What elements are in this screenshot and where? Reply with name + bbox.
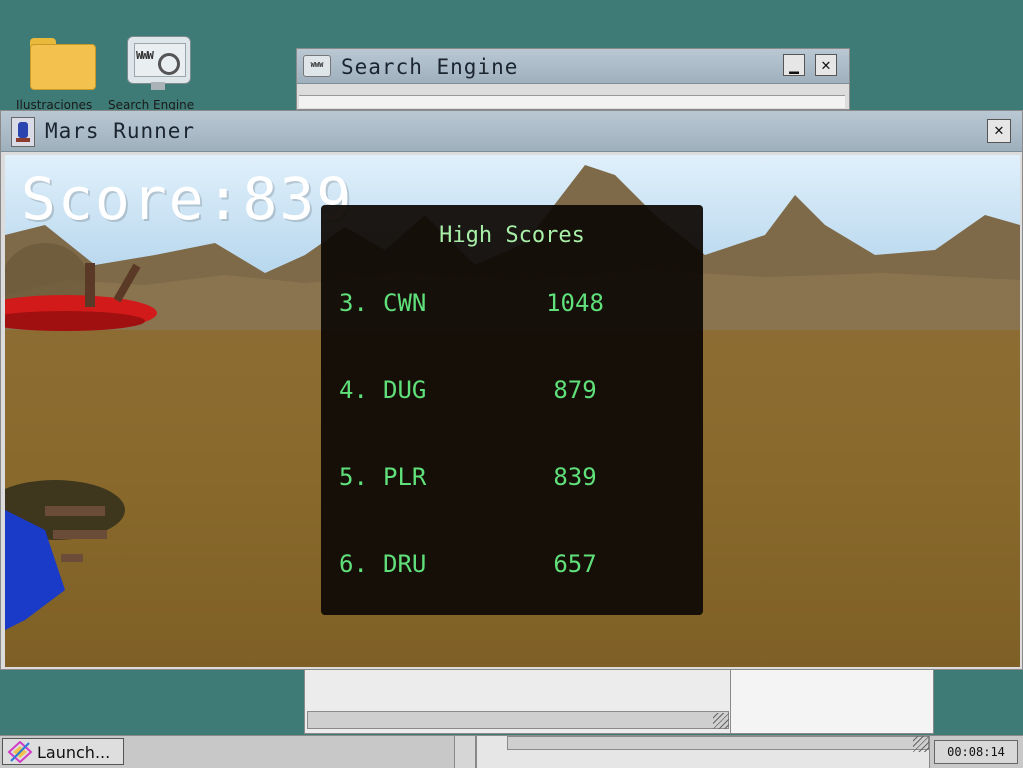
mars-runner-titlebar[interactable]: Mars Runner ✕: [1, 111, 1022, 152]
search-engine-window[interactable]: WWW Search Engine ▁ ✕: [296, 48, 850, 110]
search-engine-title: Search Engine: [341, 55, 519, 79]
high-score-rank: 3.: [339, 289, 368, 317]
search-engine-desktop-icon[interactable]: WWW: [127, 36, 191, 94]
blue-rover: [5, 480, 125, 630]
high-score-name: PLR: [383, 463, 427, 491]
high-score-value: 1048: [546, 289, 604, 317]
launch-label: Launch...: [37, 743, 111, 762]
folder-icon[interactable]: [30, 38, 96, 90]
www-app-icon: WWW: [303, 55, 331, 77]
mars-runner-title: Mars Runner: [45, 119, 196, 143]
taskbar: Launch... 00:08:14: [0, 735, 1023, 768]
high-score-row: 6. DRU 657: [339, 550, 679, 590]
launch-logo-icon: [7, 741, 33, 763]
background-window-panel-2: [730, 668, 934, 734]
high-score-rank: 5.: [339, 463, 368, 491]
resize-grip-icon[interactable]: [713, 713, 729, 729]
taskbar-slot[interactable]: [454, 736, 476, 768]
game-viewport[interactable]: Score:839 High Scores 3. CWN 1048 4. DUG…: [5, 155, 1020, 667]
high-score-value: 839: [553, 463, 597, 491]
close-button[interactable]: ✕: [987, 119, 1011, 143]
high-score-name: DUG: [383, 376, 427, 404]
resize-grip-icon[interactable]: [913, 736, 929, 752]
high-scores-panel: High Scores 3. CWN 1048 4. DUG 879 5. PL…: [321, 205, 703, 615]
high-score-row: 5. PLR 839: [339, 463, 679, 503]
minimize-button[interactable]: ▁: [783, 54, 805, 76]
high-score-value: 879: [553, 376, 597, 404]
background-window-panel: [304, 668, 732, 734]
launch-button[interactable]: Launch...: [2, 738, 124, 765]
taskbar-clock: 00:08:14: [934, 740, 1018, 764]
search-engine-content: [299, 95, 845, 108]
high-score-row: 3. CWN 1048: [339, 289, 679, 329]
high-score-rank: 4.: [339, 376, 368, 404]
red-ufo: [5, 243, 157, 331]
high-score-name: CWN: [383, 289, 427, 317]
close-button[interactable]: ✕: [815, 54, 837, 76]
horizontal-scrollbar[interactable]: [307, 711, 729, 729]
mars-runner-window[interactable]: Mars Runner ✕ Score:839 High Scores 3. C…: [0, 110, 1023, 670]
high-score-row: 4. DUG 879: [339, 376, 679, 416]
search-engine-titlebar[interactable]: WWW Search Engine ▁ ✕: [297, 49, 849, 84]
taskbar-slot[interactable]: [476, 736, 930, 768]
score-label: Score:: [21, 165, 243, 233]
high-scores-title: High Scores: [439, 223, 585, 248]
score-display: Score:839: [21, 165, 353, 233]
mars-runner-app-icon: [11, 117, 35, 147]
high-score-name: DRU: [383, 550, 427, 578]
high-score-rank: 6.: [339, 550, 368, 578]
high-score-value: 657: [553, 550, 597, 578]
horizontal-scrollbar[interactable]: [507, 736, 929, 750]
